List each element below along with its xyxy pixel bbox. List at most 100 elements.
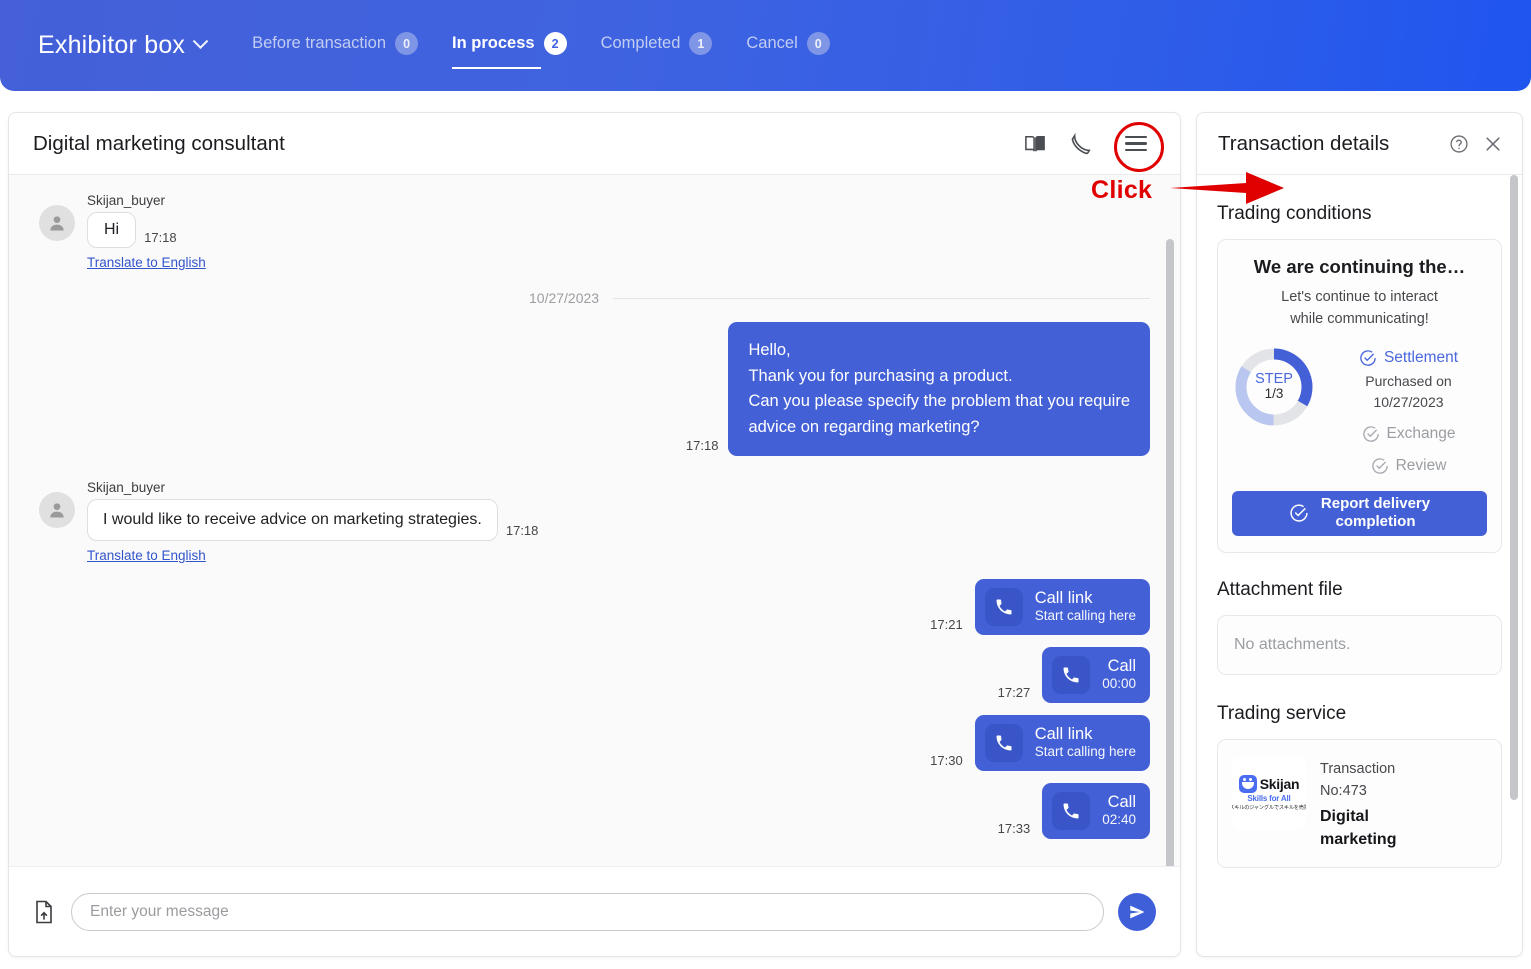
top-header-bar: Exhibitor box Before transaction 0 In pr… xyxy=(0,0,1531,91)
message-call-link: 17:30 Call link Start calling here xyxy=(39,715,1150,772)
message-call-link: 17:21 Call link Start calling here xyxy=(39,579,1150,636)
tab-count-badge: 0 xyxy=(806,32,830,55)
skijan-mark-icon xyxy=(1238,774,1257,793)
tab-in-process[interactable]: In process 2 xyxy=(452,32,567,69)
logo-japanese-text: スキルのジャングルでスキルを売買 xyxy=(1232,804,1306,811)
phone-icon xyxy=(984,724,1023,763)
check-circle-icon xyxy=(1290,504,1308,523)
message-incoming: Skijan_buyer Hi 17:18 Translate to Engli… xyxy=(39,193,1150,272)
phone-icon[interactable] xyxy=(1068,131,1094,157)
chat-header: Digital marketing consultant xyxy=(9,113,1180,175)
tab-cancel[interactable]: Cancel 0 xyxy=(746,32,830,59)
call-link-bubble[interactable]: Call link Start calling here xyxy=(974,715,1150,772)
tab-label: Before transaction xyxy=(252,34,387,52)
tab-count-badge: 2 xyxy=(543,32,567,55)
call-title: Call xyxy=(1107,793,1136,812)
avatar xyxy=(39,205,75,241)
phone-icon xyxy=(984,588,1023,627)
trading-service-heading: Trading service xyxy=(1217,702,1347,724)
phone-icon xyxy=(1052,792,1091,831)
call-duration: 02:40 xyxy=(1102,812,1136,828)
file-upload-icon[interactable] xyxy=(31,897,57,927)
close-icon[interactable] xyxy=(1482,133,1504,155)
call-title: Call link xyxy=(1034,589,1093,608)
details-content[interactable]: Trading conditions We are continuing the… xyxy=(1197,175,1522,956)
date-separator-label: 10/27/2023 xyxy=(529,290,600,306)
message-time: 17:18 xyxy=(505,523,539,539)
translate-link[interactable]: Translate to English xyxy=(87,548,206,563)
book-icon[interactable] xyxy=(1022,131,1048,157)
report-delivery-completion-button[interactable]: Report delivery completion xyxy=(1232,490,1487,536)
step-list: Settlement Purchased on 10/27/2023 Excha… xyxy=(1330,345,1487,475)
details-title: Transaction details xyxy=(1218,131,1390,155)
chevron-down-icon xyxy=(192,33,209,50)
message-call: 17:33 Call 02:40 xyxy=(39,783,1150,840)
call-bubble[interactable]: Call 00:00 xyxy=(1042,647,1150,704)
message-outgoing: 17:18 Hello, Thank you for purchasing a … xyxy=(39,322,1150,457)
message-composer xyxy=(9,866,1180,956)
hamburger-menu-icon[interactable] xyxy=(1114,121,1164,172)
attachment-file-heading: Attachment file xyxy=(1217,578,1343,600)
details-header: Transaction details xyxy=(1197,113,1522,175)
purchased-info: Purchased on 10/27/2023 xyxy=(1330,371,1487,413)
brand-label: Exhibitor box xyxy=(38,31,186,59)
check-circle-icon xyxy=(1360,350,1376,366)
translate-link[interactable]: Translate to English xyxy=(87,255,206,270)
message-sender: Skijan_buyer xyxy=(87,480,166,496)
tab-completed[interactable]: Completed 1 xyxy=(601,32,713,59)
step-ring-label: STEP 1/3 xyxy=(1232,345,1316,429)
message-bubble: I would like to receive advice on market… xyxy=(87,499,498,542)
chat-message-list[interactable]: Skijan_buyer Hi 17:18 Translate to Engli… xyxy=(9,175,1180,866)
logo-wordmark: Skijan xyxy=(1259,775,1300,792)
step-label: Review xyxy=(1395,456,1447,474)
step-word: STEP xyxy=(1255,370,1293,387)
step-settlement: Settlement xyxy=(1330,349,1487,367)
report-button-label: Report delivery completion xyxy=(1320,495,1431,531)
service-name: Digital marketing xyxy=(1320,807,1397,849)
phone-icon xyxy=(1052,656,1091,695)
tab-count-badge: 1 xyxy=(689,32,713,55)
chat-title: Digital marketing consultant xyxy=(33,131,285,155)
step-progress-ring: STEP 1/3 xyxy=(1232,345,1316,429)
service-info: Transaction No:473 Digital marketing xyxy=(1320,756,1487,851)
logo-tagline: Skills for All xyxy=(1247,793,1291,803)
message-time: 17:27 xyxy=(997,685,1031,701)
tab-before-transaction[interactable]: Before transaction 0 xyxy=(252,32,419,59)
message-call: 17:27 Call 00:00 xyxy=(39,647,1150,704)
message-input[interactable] xyxy=(71,892,1104,931)
trading-service-card[interactable]: Skijan Skills for All スキルのジャングルでスキルを売買 T… xyxy=(1217,738,1502,869)
transaction-label: Transaction xyxy=(1320,760,1396,777)
transaction-number: No:473 xyxy=(1320,783,1367,800)
exhibitor-box-dropdown[interactable]: Exhibitor box xyxy=(38,31,209,60)
message-bubble: Hello, Thank you for purchasing a produc… xyxy=(728,322,1150,457)
date-separator-line xyxy=(613,297,1150,299)
message-bubble: Hi xyxy=(87,212,137,248)
chat-header-actions xyxy=(1022,121,1164,172)
avatar xyxy=(39,492,75,529)
help-circle-icon[interactable] xyxy=(1448,133,1470,155)
tab-label: Cancel xyxy=(746,34,798,52)
chat-scrollbar[interactable] xyxy=(1166,239,1174,866)
message-time: 17:30 xyxy=(930,753,963,769)
purchased-date: 10/27/2023 xyxy=(1373,393,1444,410)
logo-row: Skijan xyxy=(1238,774,1300,793)
message-time: 17:18 xyxy=(144,230,177,245)
step-review: Review xyxy=(1330,457,1487,475)
check-circle-icon xyxy=(1362,426,1379,442)
hamburger-bars xyxy=(1125,135,1147,152)
tab-label: In process xyxy=(452,34,535,52)
details-scrollbar[interactable] xyxy=(1510,175,1518,800)
app-root: Exhibitor box Before transaction 0 In pr… xyxy=(0,0,1531,969)
call-link-bubble[interactable]: Call link Start calling here xyxy=(974,579,1150,636)
call-title: Call link xyxy=(1034,725,1093,744)
message-sender: Skijan_buyer xyxy=(87,193,166,208)
call-subtitle: Start calling here xyxy=(1034,608,1136,624)
conditions-title: We are continuing the… xyxy=(1253,256,1466,277)
conditions-subtitle: Let's continue to interact while communi… xyxy=(1281,289,1438,328)
call-title: Call xyxy=(1107,657,1136,676)
step-exchange: Exchange xyxy=(1330,425,1487,443)
call-bubble[interactable]: Call 02:40 xyxy=(1042,783,1150,840)
send-button[interactable] xyxy=(1118,892,1156,931)
step-progress-row: STEP 1/3 Settlement Purchased on 10/27/2… xyxy=(1232,345,1487,475)
trading-conditions-heading: Trading conditions xyxy=(1217,203,1372,224)
